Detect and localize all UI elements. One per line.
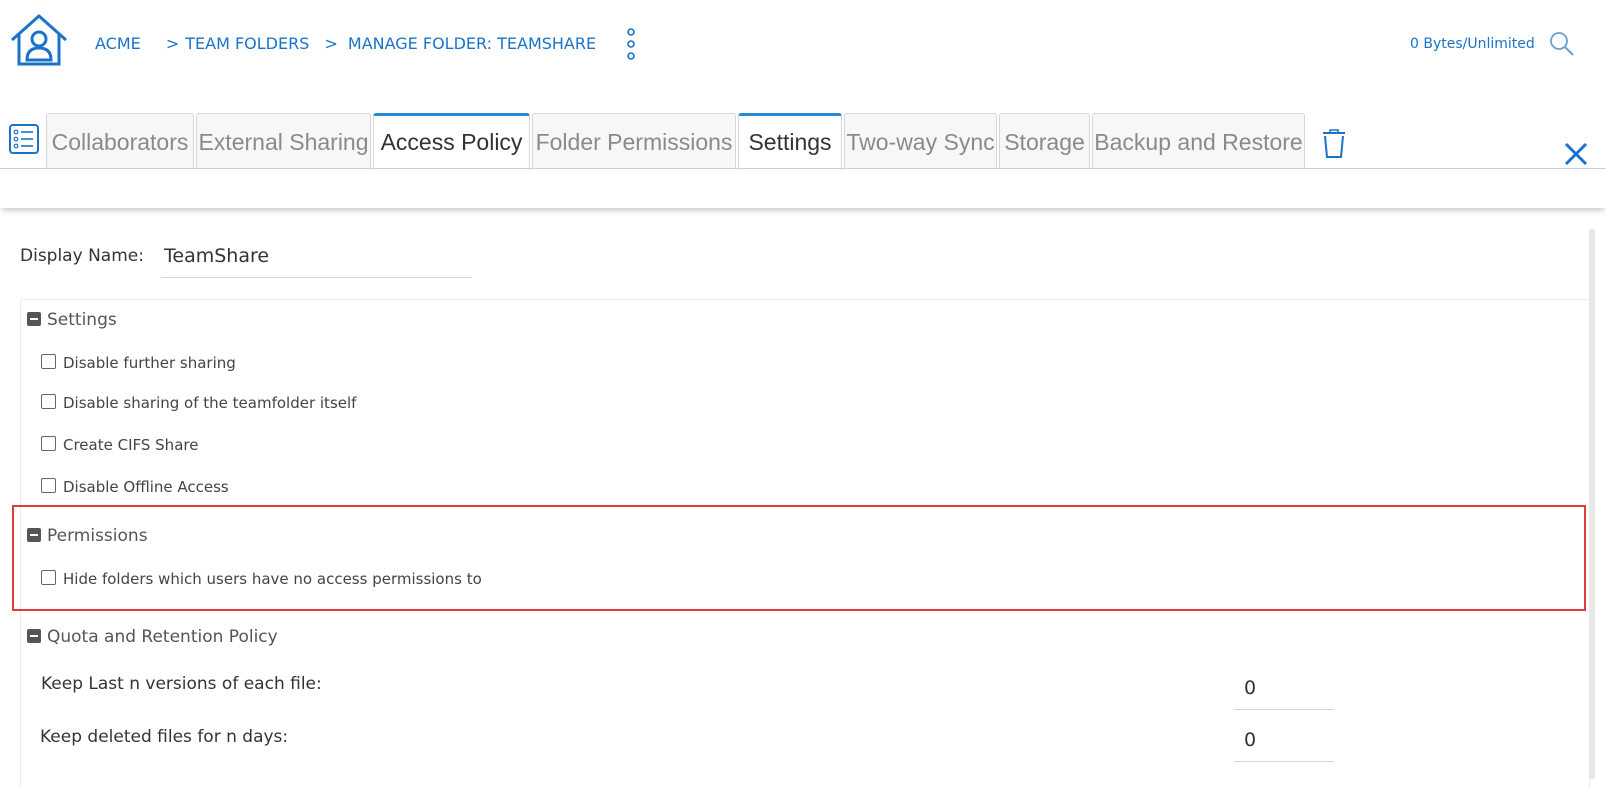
kebab-menu-icon[interactable] — [624, 28, 638, 60]
settings-section-title: Settings — [47, 310, 117, 330]
option-create-cifs-share[interactable]: Create CIFS Share — [41, 436, 198, 454]
settings-section-header[interactable]: Settings — [27, 310, 117, 330]
breadcrumb-separator: > — [324, 34, 338, 53]
collapse-minus-icon[interactable] — [27, 629, 41, 643]
breadcrumb-separator: > — [165, 34, 180, 53]
tab-collaborators[interactable]: Collaborators — [46, 113, 194, 169]
option-disable-further-sharing[interactable]: Disable further sharing — [41, 354, 236, 372]
option-disable-offline-access[interactable]: Disable Offline Access — [41, 478, 229, 496]
tab-folder-permissions[interactable]: Folder Permissions — [532, 113, 736, 169]
tabs-bar: Collaborators External Sharing Access Po… — [0, 86, 1606, 208]
tab-underline — [0, 168, 1606, 169]
close-icon[interactable] — [1563, 141, 1589, 167]
breadcrumb-manage-folder[interactable]: MANAGE FOLDER: TEAMSHARE — [348, 34, 596, 53]
option-hide-folders-no-access[interactable]: Hide folders which users have no access … — [41, 570, 482, 588]
option-label: Disable Offline Access — [63, 478, 229, 496]
tab-two-way-sync[interactable]: Two-way Sync — [844, 113, 997, 169]
option-label: Disable sharing of the teamfolder itself — [63, 394, 357, 412]
list-icon[interactable] — [9, 124, 39, 154]
quota-section-title: Quota and Retention Policy — [47, 627, 278, 647]
option-disable-sharing-teamfolder[interactable]: Disable sharing of the teamfolder itself — [41, 394, 356, 412]
tab-external-sharing[interactable]: External Sharing — [196, 113, 371, 169]
home-icon[interactable] — [8, 12, 70, 68]
display-name-input[interactable] — [161, 234, 472, 278]
storage-quota: 0 Bytes/Unlimited — [1410, 36, 1535, 52]
tab-access-policy[interactable]: Access Policy — [373, 113, 530, 170]
highlight-box — [12, 505, 1586, 611]
quota-section-header[interactable]: Quota and Retention Policy — [27, 627, 278, 647]
top-bar: ACME > TEAM FOLDERS > MANAGE FOLDER: TEAMS… — [0, 0, 1606, 87]
breadcrumb-acme[interactable]: ACME — [95, 34, 141, 53]
option-label: Hide folders which users have no access … — [63, 570, 482, 588]
keep-versions-label: Keep Last n versions of each file: — [41, 674, 322, 694]
checkbox[interactable] — [41, 354, 56, 369]
permissions-section-title: Permissions — [47, 526, 148, 546]
checkbox[interactable] — [41, 570, 56, 585]
checkbox[interactable] — [41, 478, 56, 493]
collapse-minus-icon[interactable] — [27, 528, 41, 542]
display-name-label: Display Name: — [20, 246, 144, 266]
keep-versions-input[interactable] — [1234, 666, 1334, 710]
breadcrumb-team-folders[interactable]: TEAM FOLDERS — [185, 34, 309, 53]
tab-storage[interactable]: Storage — [999, 113, 1090, 169]
search-icon[interactable] — [1549, 31, 1575, 57]
breadcrumb: ACME > TEAM FOLDERS > MANAGE FOLDER: TEAMS… — [95, 34, 596, 53]
trash-icon[interactable] — [1322, 128, 1346, 158]
collapse-minus-icon[interactable] — [27, 312, 41, 326]
checkbox[interactable] — [41, 436, 56, 451]
keep-deleted-input[interactable] — [1234, 718, 1334, 762]
tab-backup-and-restore[interactable]: Backup and Restore — [1092, 113, 1305, 169]
tab-settings[interactable]: Settings — [738, 113, 842, 170]
checkbox[interactable] — [41, 394, 56, 409]
keep-deleted-label: Keep deleted files for n days: — [40, 727, 289, 747]
permissions-section-header[interactable]: Permissions — [27, 526, 148, 546]
option-label: Disable further sharing — [63, 354, 236, 372]
option-label: Create CIFS Share — [63, 436, 199, 454]
